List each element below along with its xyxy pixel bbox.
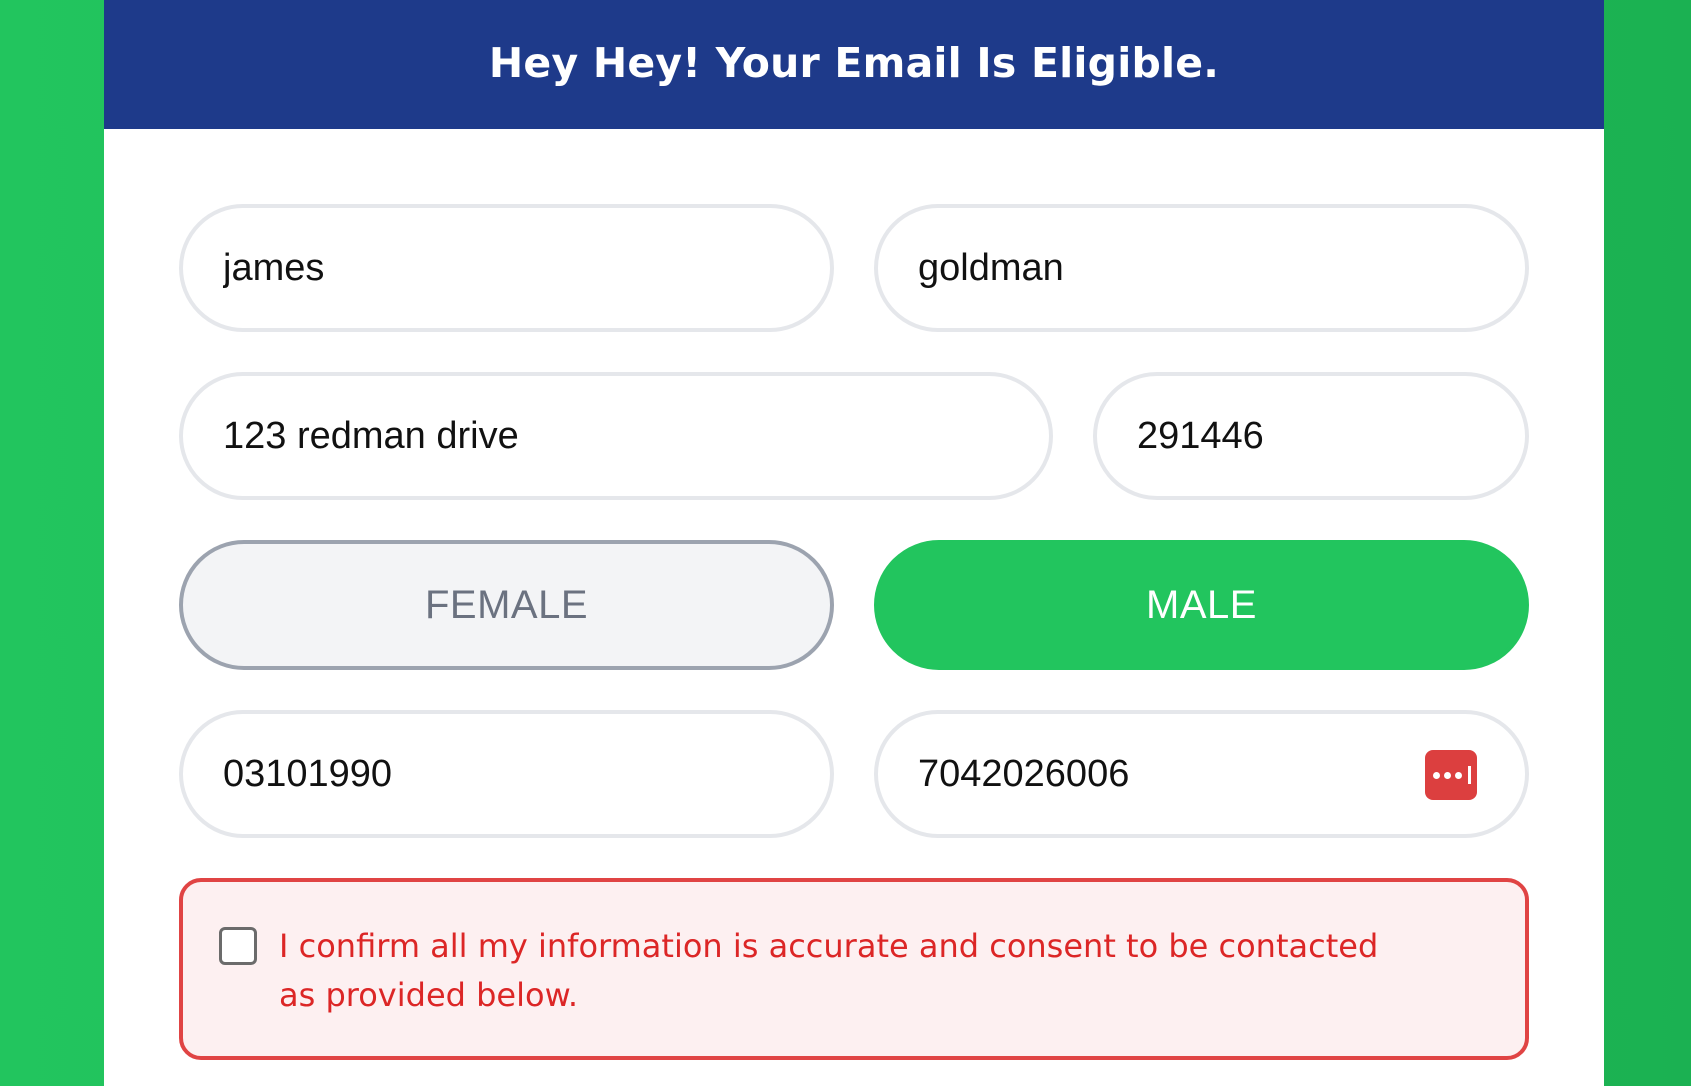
- password-manager-icon[interactable]: [1425, 750, 1477, 800]
- last-name-field[interactable]: [874, 204, 1529, 332]
- gender-row: FEMALE MALE: [179, 540, 1529, 670]
- female-button[interactable]: FEMALE: [179, 540, 834, 670]
- page-title: Hey Hey! Your Email Is Eligible.: [488, 38, 1220, 87]
- male-button-label: MALE: [1146, 582, 1257, 627]
- zip-input[interactable]: [1137, 414, 1485, 458]
- zip-field[interactable]: [1093, 372, 1529, 500]
- first-name-field[interactable]: [179, 204, 834, 332]
- dob-input[interactable]: [223, 752, 790, 796]
- dob-phone-row: [179, 710, 1529, 838]
- consent-box: I confirm all my information is accurate…: [179, 878, 1529, 1060]
- address-input[interactable]: [223, 414, 1009, 458]
- registration-form: FEMALE MALE I confirm all my: [179, 204, 1529, 1060]
- form-card: Hey Hey! Your Email Is Eligible. FEMALE: [104, 0, 1604, 1086]
- last-name-input[interactable]: [918, 246, 1485, 290]
- name-row: [179, 204, 1529, 332]
- address-field[interactable]: [179, 372, 1053, 500]
- consent-checkbox[interactable]: [219, 927, 257, 965]
- male-button[interactable]: MALE: [874, 540, 1529, 670]
- dob-field[interactable]: [179, 710, 834, 838]
- address-row: [179, 372, 1529, 500]
- header-banner: Hey Hey! Your Email Is Eligible.: [104, 0, 1604, 129]
- phone-input[interactable]: [918, 752, 1485, 796]
- female-button-label: FEMALE: [424, 582, 589, 627]
- phone-field[interactable]: [874, 710, 1529, 838]
- consent-text: I confirm all my information is accurate…: [279, 927, 1379, 1014]
- first-name-input[interactable]: [223, 246, 790, 290]
